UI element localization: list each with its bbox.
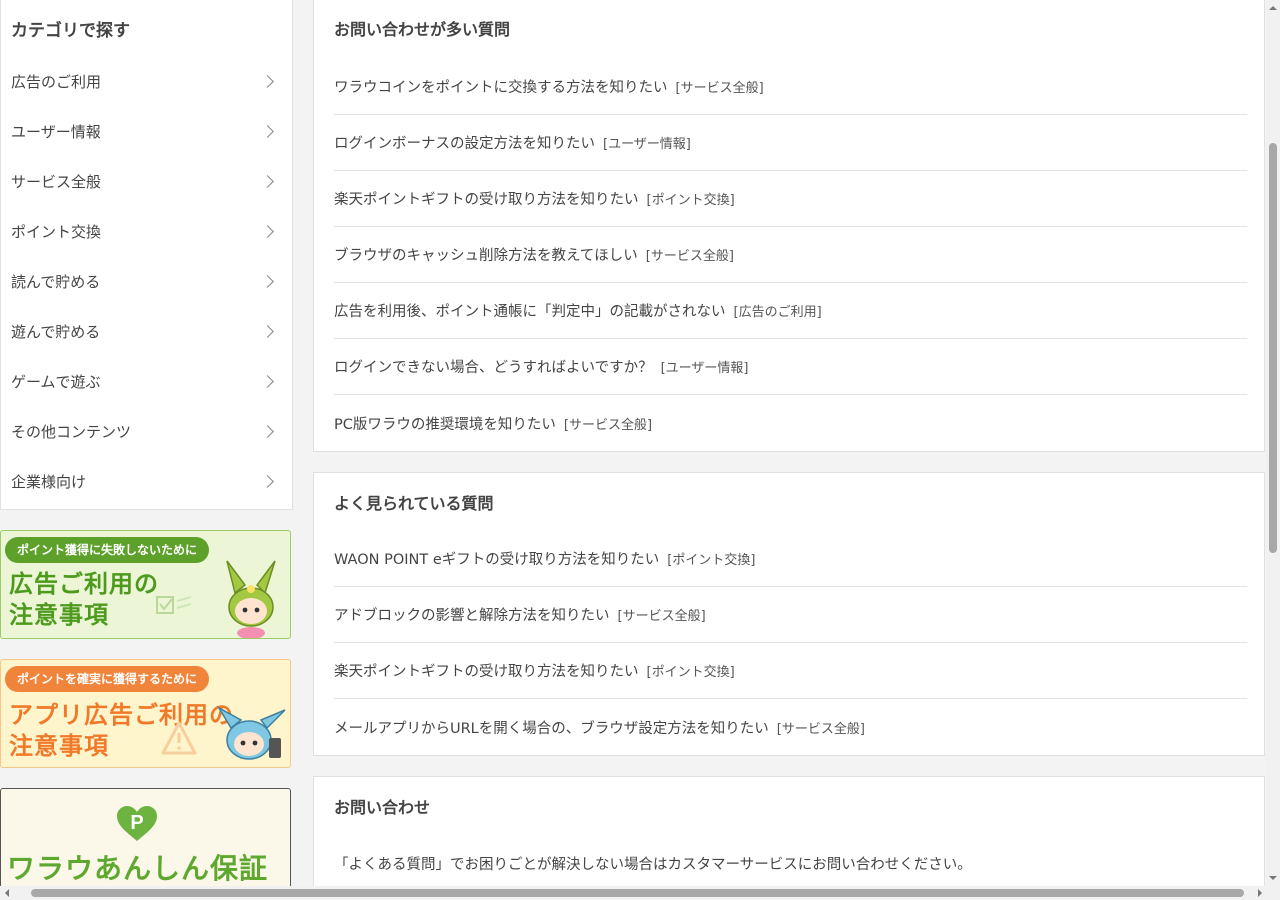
category-label: サービス全般	[11, 172, 102, 191]
scroll-right-arrow-icon[interactable]	[1258, 889, 1266, 897]
viewed-questions-panel: よく見られている質問 WAON POINT eギフトの受け取り方法を知りたい [ポ…	[313, 472, 1265, 756]
horizontal-scrollbar[interactable]	[0, 886, 1280, 900]
vertical-scroll-thumb[interactable]	[1269, 143, 1277, 553]
faq-question: 広告を利用後、ポイント通帳に「判定中」の記載がされない	[334, 304, 726, 320]
faq-row[interactable]: ログインボーナスの設定方法を知りたい [ユーザー情報]	[334, 115, 1247, 171]
faq-row[interactable]: WAON POINT eギフトの受け取り方法を知りたい [ポイント交換]	[334, 531, 1247, 587]
ad-caution-banner[interactable]: ポイント獲得に失敗しないために 広告ご利用の 注意事項	[0, 530, 291, 639]
faq-category-tag: [サービス全般]	[563, 417, 653, 433]
faq-category-tag: [ユーザー情報]	[603, 137, 691, 152]
chevron-right-icon	[261, 124, 274, 138]
faq-category-tag: [ポイント交換]	[646, 193, 735, 208]
category-item-play-earn[interactable]: 遊んで貯める	[1, 306, 292, 356]
category-item-ad-usage[interactable]: 広告のご利用	[1, 56, 292, 106]
faq-row[interactable]: ログインできない場合、どうすればよいですか？ [ユーザー情報]	[334, 339, 1247, 395]
category-item-other-contents[interactable]: その他コンテンツ	[1, 406, 292, 456]
faq-row[interactable]: アドブロックの影響と解除方法を知りたい [サービス全般]	[334, 587, 1247, 643]
category-label: ユーザー情報	[11, 122, 101, 141]
sidebar: カテゴリで探す 広告のご利用 ユーザー情報 サービス全般 ポイント交換 読んで貯…	[0, 0, 293, 888]
chevron-right-icon	[261, 424, 274, 438]
category-item-read-earn[interactable]: 読んで貯める	[1, 256, 292, 306]
chevron-right-icon	[261, 74, 274, 88]
faq-row[interactable]: PC版ワラウの推奨環境を知りたい [サービス全般]	[334, 395, 1247, 451]
banner-heading-line1: 広告ご利用の	[9, 570, 159, 598]
checklist-icon	[156, 596, 191, 614]
faq-category-tag: [ユーザー情報]	[660, 361, 749, 376]
faq-row[interactable]: 楽天ポイントギフトの受け取り方法を知りたい [ポイント交換]	[334, 643, 1247, 699]
faq-row[interactable]: 楽天ポイントギフトの受け取り方法を知りたい [ポイント交換]	[334, 171, 1247, 227]
viewed-questions-list: WAON POINT eギフトの受け取り方法を知りたい [ポイント交換] アドブロ…	[334, 531, 1247, 755]
scroll-left-arrow-icon[interactable]	[1, 889, 9, 897]
contact-panel: お問い合わせ 「よくある質問」でお困りごとが解決しない場合はカスタマーサービスに…	[313, 776, 1265, 900]
rabbit-mascot-icon	[217, 706, 286, 760]
contact-description: 「よくある質問」でお困りごとが解決しない場合はカスタマーサービスにお問い合わせく…	[334, 857, 972, 873]
faq-row[interactable]: ワラウコインをポイントに交換する方法を知りたい [サービス全般]	[334, 59, 1247, 115]
faq-question: メールアプリからURLを開く場合の、ブラウザ設定方法を知りたい	[334, 720, 769, 737]
category-label: ポイント交換	[11, 222, 102, 241]
category-item-service-general[interactable]: サービス全般	[1, 156, 292, 206]
category-item-business[interactable]: 企業様向け	[1, 456, 292, 506]
category-title: カテゴリで探す	[11, 21, 130, 41]
faq-question: WAON POINT eギフトの受け取り方法を知りたい	[334, 552, 660, 568]
guarantee-p-logo-icon: P	[117, 806, 157, 841]
faq-category-tag: [サービス全般]	[675, 81, 764, 96]
banner-heading: ワラウあんしん保証	[7, 852, 269, 885]
scroll-down-arrow-icon[interactable]	[1269, 876, 1277, 884]
category-item-point-exchange[interactable]: ポイント交換	[1, 206, 292, 256]
category-label: 読んで貯める	[11, 272, 101, 291]
chevron-right-icon	[261, 374, 274, 388]
chevron-right-icon	[261, 224, 274, 238]
viewed-questions-title: よく見られている質問	[334, 494, 494, 513]
faq-category-tag: [サービス全般]	[776, 721, 865, 737]
anshin-guarantee-banner[interactable]: P ワラウあんしん保証	[0, 788, 291, 888]
faq-question: 楽天ポイントギフトの受け取り方法を知りたい	[334, 192, 639, 208]
popular-questions-title: お問い合わせが多い質問	[334, 20, 511, 39]
app-ad-caution-banner[interactable]: ポイントを確実に獲得するために アプリ広告ご利用の 注意事項	[0, 659, 291, 768]
faq-row[interactable]: ブラウザのキャッシュ削除方法を教えてほしい [サービス全般]	[334, 227, 1247, 283]
faq-question: アドブロックの影響と解除方法を知りたい	[334, 608, 610, 624]
faq-row[interactable]: 広告を利用後、ポイント通帳に「判定中」の記載がされない [広告のご利用]	[334, 283, 1247, 339]
category-label: 遊んで貯める	[11, 322, 101, 341]
banner-pill: ポイント獲得に失敗しないために	[5, 537, 210, 563]
category-item-user-info[interactable]: ユーザー情報	[1, 106, 292, 156]
category-label: 企業様向け	[11, 472, 87, 491]
banner-heading-line2: 注意事項	[9, 601, 109, 629]
category-box: カテゴリで探す 広告のご利用 ユーザー情報 サービス全般 ポイント交換 読んで貯…	[0, 0, 293, 510]
faq-category-tag: [ポイント交換]	[667, 553, 756, 568]
faq-category-tag: [ポイント交換]	[646, 665, 735, 680]
faq-question: ワラウコインをポイントに交換する方法を知りたい	[334, 80, 668, 96]
contact-title: お問い合わせ	[334, 798, 431, 817]
scroll-up-arrow-icon[interactable]	[1269, 2, 1277, 10]
banner-heading-line2: 注意事項	[9, 732, 109, 760]
warning-icon	[161, 721, 197, 755]
banner-heading: 広告ご利用の 注意事項	[9, 569, 159, 631]
banner-pill: ポイントを確実に獲得するために	[5, 666, 210, 692]
category-label: ゲームで遊ぶ	[11, 372, 101, 391]
faq-category-tag: [広告のご利用]	[733, 305, 822, 320]
banner-heading: アプリ広告ご利用の 注意事項	[9, 700, 234, 762]
popular-questions-list: ワラウコインをポイントに交換する方法を知りたい [サービス全般] ログインボーナス…	[334, 59, 1247, 451]
category-item-games[interactable]: ゲームで遊ぶ	[1, 356, 292, 406]
banner-heading-line1: アプリ広告ご利用の	[9, 701, 234, 729]
chevron-right-icon	[261, 274, 274, 288]
faq-question: ブラウザのキャッシュ削除方法を教えてほしい	[334, 248, 638, 264]
faq-row[interactable]: メールアプリからURLを開く場合の、ブラウザ設定方法を知りたい [サービス全般]	[334, 699, 1247, 755]
chevron-right-icon	[261, 324, 274, 338]
faq-question: 楽天ポイントギフトの受け取り方法を知りたい	[334, 664, 639, 680]
faq-question: ログインできない場合、どうすればよいですか？	[334, 360, 653, 376]
horizontal-scroll-thumb[interactable]	[31, 889, 1244, 897]
faq-question: ログインボーナスの設定方法を知りたい	[334, 136, 595, 152]
rabbit-mascot-icon	[226, 560, 276, 638]
category-label: 広告のご利用	[11, 72, 102, 91]
faq-category-tag: [サービス全般]	[645, 249, 734, 264]
vertical-scrollbar[interactable]	[1266, 0, 1280, 886]
svg-text:P: P	[130, 812, 143, 834]
chevron-right-icon	[261, 474, 274, 488]
faq-category-tag: [サービス全般]	[617, 609, 706, 624]
faq-question: PC版ワラウの推奨環境を知りたい	[334, 416, 556, 433]
popular-questions-panel: お問い合わせが多い質問 ワラウコインをポイントに交換する方法を知りたい [サービス…	[313, 0, 1265, 452]
category-label: その他コンテンツ	[11, 422, 132, 441]
chevron-right-icon	[261, 174, 274, 188]
